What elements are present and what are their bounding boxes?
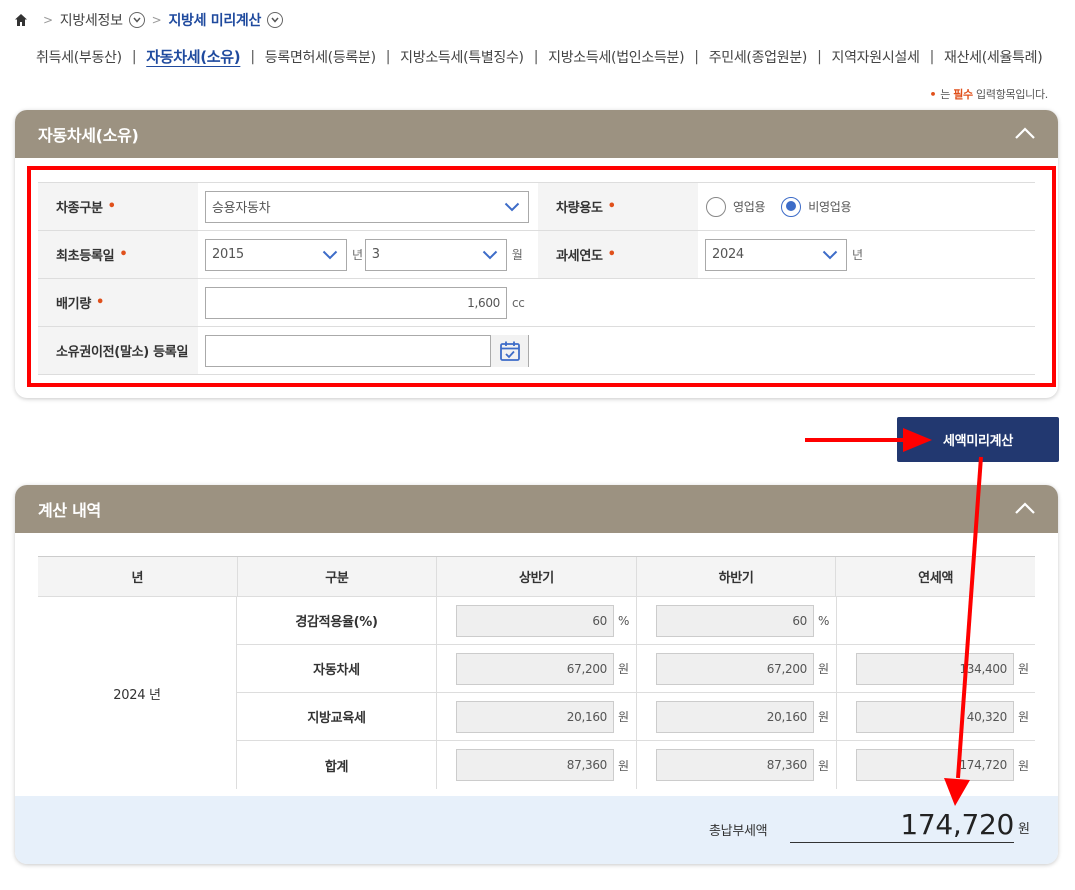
tab-divider: | (385, 48, 391, 65)
tab-divider: | (131, 48, 137, 65)
tab-resident-tax[interactable]: 주민세(종업원분) (709, 47, 808, 67)
year-cell: 2024 년 (38, 597, 237, 789)
breadcrumb-separator-icon: > (43, 13, 53, 27)
chevron-up-icon[interactable] (1014, 124, 1036, 142)
breadcrumb-current[interactable]: 지방세 미리계산 (168, 10, 261, 30)
tab-registration-tax[interactable]: 등록면허세(등록분) (265, 47, 376, 67)
row-label: 합계 (237, 741, 437, 789)
first-half-value: 67,200 (456, 652, 614, 685)
column-header: 연세액 (835, 557, 1035, 596)
row-label: 자동차세 (237, 645, 437, 692)
tab-divider: | (929, 48, 935, 65)
total-amount: 174,720 (790, 807, 1014, 843)
row-label: 지방교육세 (237, 693, 437, 740)
chevron-down-icon[interactable] (267, 12, 284, 28)
tab-vehicle-tax[interactable]: 자동차세(소유) (146, 46, 240, 67)
chevron-up-icon[interactable] (1014, 499, 1036, 517)
table-row: 지방교육세 20,160 원 20,160 원 40,320 원 (237, 693, 1035, 741)
column-header: 년 (131, 571, 144, 586)
table-row: 합계 87,360 원 87,360 원 174,720 원 (237, 741, 1035, 789)
total-label: 총납부세액 (709, 824, 768, 839)
second-half-value: 87,360 (656, 749, 814, 781)
chevron-down-icon[interactable] (128, 12, 145, 28)
annual-value: 174,720 (856, 749, 1014, 781)
tax-type-tabs: 취득세(부동산) | 자동차세(소유) | 등록면허세(등록분) | 지방소득세(특별… (36, 46, 1043, 67)
column-header: 구분 (236, 557, 437, 596)
second-half-value: 67,200 (656, 652, 814, 685)
second-half-value: 60 (656, 604, 814, 637)
result-table: 년 구분 상반기 하반기 연세액 2024 년 경감적용율(%) 60% 60%… (38, 556, 1035, 789)
tab-divider: | (817, 48, 822, 65)
tab-regional-resource-tax[interactable]: 지역자원시설세 (832, 47, 920, 67)
tab-local-income-withholding[interactable]: 지방소득세(특별징수) (400, 47, 524, 67)
calculate-tax-button[interactable]: 세액미리계산 (897, 417, 1059, 462)
tab-divider: | (694, 48, 699, 65)
table-header: 년 구분 상반기 하반기 연세액 (38, 557, 1035, 597)
table-row: 경감적용율(%) 60% 60% (237, 597, 1035, 645)
annual-value: 134,400 (856, 652, 1014, 685)
tab-property-tax[interactable]: 재산세(세율특례) (944, 47, 1043, 67)
panel-header[interactable]: 계산 내역 (15, 485, 1058, 533)
column-header: 상반기 (436, 557, 636, 596)
first-half-value: 87,360 (456, 749, 614, 781)
breadcrumb-level1[interactable]: 지방세정보 (60, 10, 123, 30)
panel-title: 계산 내역 (38, 501, 101, 520)
total-unit: 원 (1018, 822, 1030, 837)
first-half-value: 60 (456, 604, 614, 637)
tab-divider: | (533, 48, 539, 65)
breadcrumb: > 지방세정보 > 지방세 미리계산 (14, 9, 284, 31)
annotation-highlight-box (27, 166, 1056, 387)
panel-title: 자동차세(소유) (38, 126, 139, 145)
first-half-value: 20,160 (456, 700, 614, 733)
tab-local-income-corporate[interactable]: 지방소득세(법인소득분) (548, 47, 684, 67)
tab-acquisition-tax[interactable]: 취득세(부동산) (36, 47, 122, 67)
second-half-value: 20,160 (656, 700, 814, 733)
breadcrumb-separator-icon: > (151, 13, 162, 27)
panel-header[interactable]: 자동차세(소유) (15, 110, 1058, 158)
annual-value: 40,320 (856, 700, 1014, 733)
home-icon[interactable] (14, 13, 28, 27)
tab-divider: | (250, 48, 255, 65)
row-label: 경감적용율(%) (237, 597, 437, 644)
column-header: 하반기 (635, 557, 836, 596)
table-row: 자동차세 67,200 원 67,200 원 134,400 원 (237, 645, 1035, 693)
required-note: • 는 필수 입력항목입니다. (929, 88, 1048, 101)
